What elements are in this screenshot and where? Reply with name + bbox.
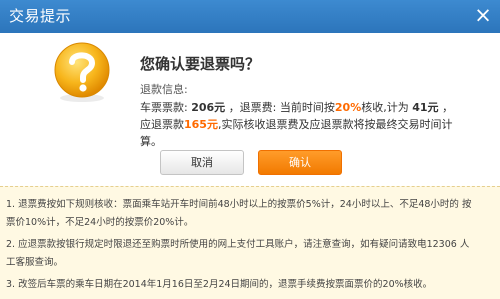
fee-rate: 20% [334, 101, 362, 114]
dialog-title: 交易提示 [9, 7, 72, 25]
refund-info-title: 退款信息: [140, 83, 188, 96]
ticket-label: 车票票款: [140, 101, 188, 114]
fee-amount: 41元 [412, 101, 439, 114]
fee-text-1: 当前时间按 [279, 101, 335, 114]
close-icon[interactable]: × [472, 4, 494, 26]
notice-line: 1. 退票费按如下规则核收：票面乘车站开车时间前48小时以上的按票价5%计，24… [6, 199, 472, 210]
refund-detail: 车票票款: 206元 ，退票费: 当前时间按20%核收,计为 41元 ，应退票款… [140, 99, 458, 150]
confirm-heading: 您确认要退票吗？ [140, 55, 261, 73]
notice-line: 票价10%计，不足24小时的按票价20%计。 [6, 217, 194, 228]
fee-text-2: 核收,计为 [361, 101, 409, 114]
fee-label: ，退票费: [228, 101, 277, 114]
dialog-titlebar: 交易提示 × [0, 0, 500, 33]
refund-amount: 165元 [184, 118, 218, 131]
refund-rules-notice: 1. 退票费按如下规则核收：票面乘车站开车时间前48小时以上的按票价5%计，24… [0, 186, 500, 299]
notice-line: 2. 应退票款按银行规定时限退还至购票时所使用的网上支付工具账户，请注意查询，如… [6, 239, 470, 250]
confirm-button[interactable]: 确认 [258, 150, 342, 175]
notice-line: 工客服查询。 [6, 257, 64, 268]
question-mark-warning-icon [54, 42, 110, 102]
cancel-button[interactable]: 取消 [160, 150, 244, 175]
ticket-amount: 206元 [191, 101, 226, 114]
notice-line: 3. 改签后车票的乘车日期在2014年1月16日至2月24日期间的，退票手续费按… [6, 279, 433, 290]
